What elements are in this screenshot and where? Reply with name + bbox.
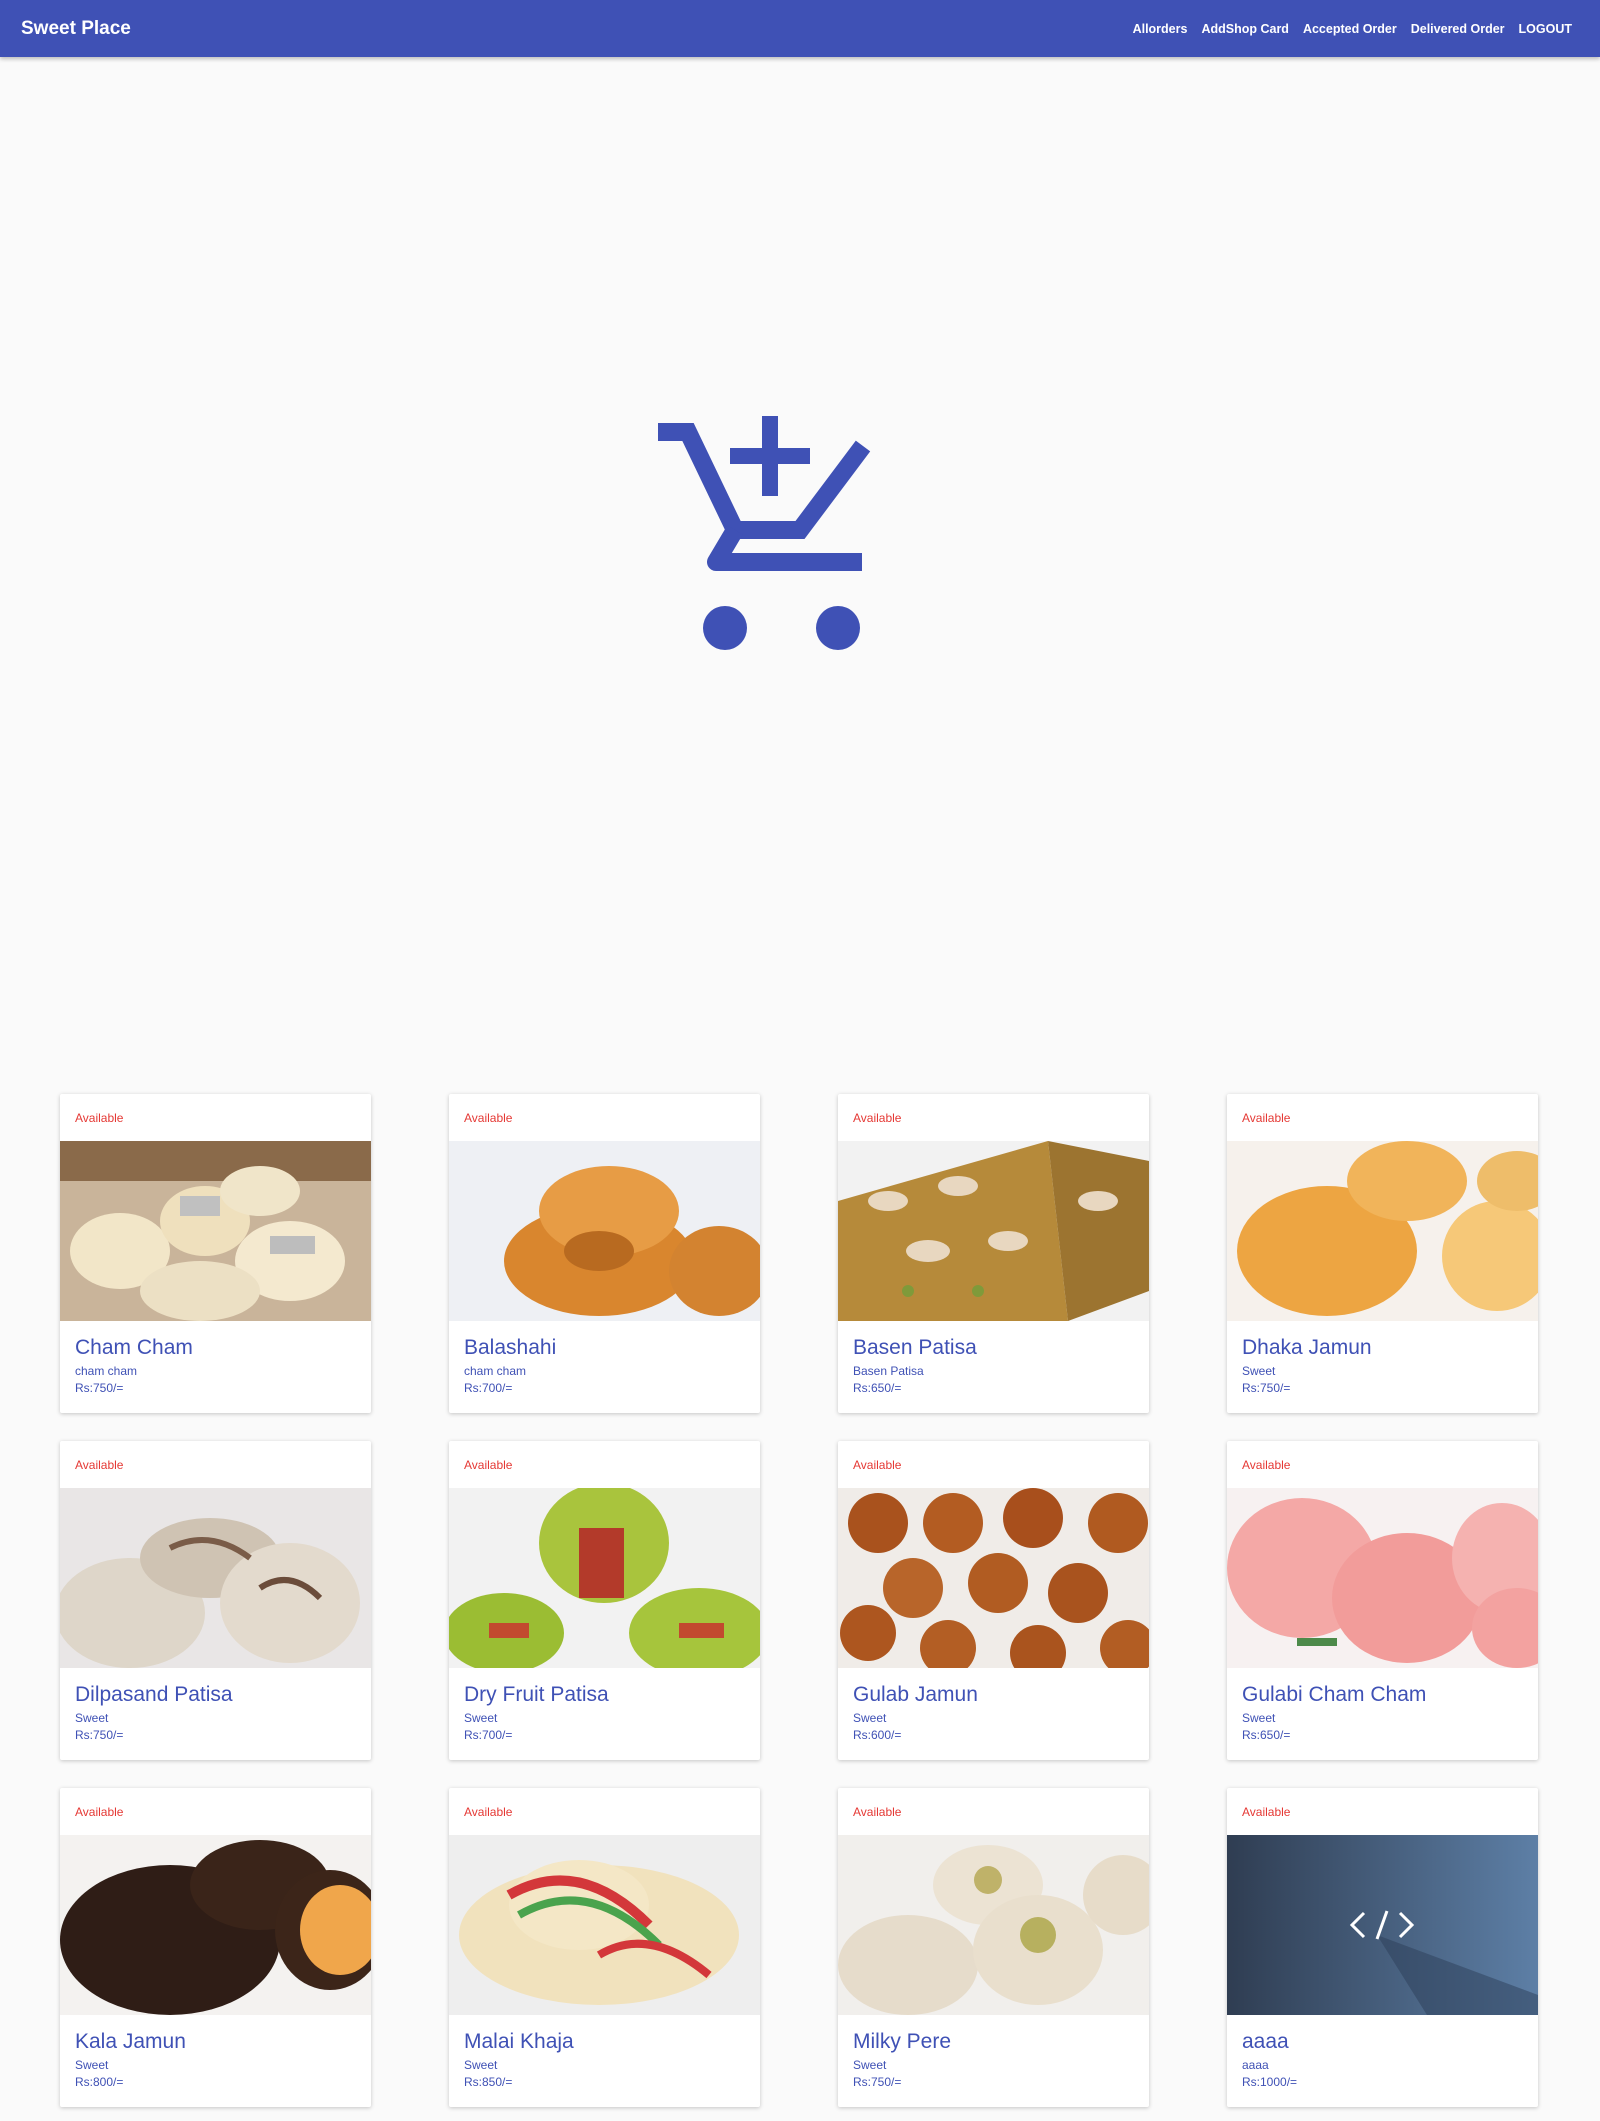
- availability-label: Available: [853, 1111, 902, 1125]
- malai-khaja-photo: [449, 1835, 760, 2015]
- product-card[interactable]: Available Dry Fruit Patisa Sweet Rs:700/…: [449, 1441, 760, 1760]
- availability-label: Available: [75, 1805, 124, 1819]
- product-description: Sweet: [464, 2058, 498, 2072]
- product-card[interactable]: Available Basen Patisa Basen Patisa Rs:6…: [838, 1094, 1149, 1413]
- basen-patisa-photo: [838, 1141, 1149, 1321]
- product-name: Dilpasand Patisa: [75, 1683, 233, 1706]
- availability-label: Available: [464, 1805, 513, 1819]
- gulab-jamun-photo: [838, 1488, 1149, 1668]
- nav-logout[interactable]: LOGOUT: [1519, 22, 1572, 36]
- availability-label: Available: [464, 1111, 513, 1125]
- add-shopping-cart-icon[interactable]: [650, 410, 890, 660]
- product-name: Malai Khaja: [464, 2030, 574, 2053]
- nav-links: Allorders AddShop Card Accepted Order De…: [1133, 22, 1572, 36]
- nav-delivered-order[interactable]: Delivered Order: [1411, 22, 1505, 36]
- nav-addshop-card[interactable]: AddShop Card: [1201, 22, 1289, 36]
- code-placeholder-photo: [1227, 1835, 1538, 2015]
- product-price: Rs:750/=: [75, 1728, 124, 1742]
- availability-label: Available: [1242, 1111, 1291, 1125]
- product-description: Sweet: [75, 1711, 109, 1725]
- gulabi-cham-cham-photo: [1227, 1488, 1538, 1668]
- product-card[interactable]: Available Cham Cham cham cham Rs:750/=: [60, 1094, 371, 1413]
- product-price: Rs:650/=: [1242, 1728, 1291, 1742]
- product-name: Gulabi Cham Cham: [1242, 1683, 1427, 1706]
- product-card[interactable]: Available Dilpasand Patisa Sweet Rs:750/…: [60, 1441, 371, 1760]
- product-description: Sweet: [853, 1711, 887, 1725]
- product-price: Rs:700/=: [464, 1381, 513, 1395]
- product-price: Rs:750/=: [853, 2075, 902, 2089]
- product-price: Rs:850/=: [464, 2075, 513, 2089]
- product-card[interactable]: Available Dhaka Jamun Sweet Rs:750/=: [1227, 1094, 1538, 1413]
- product-description: cham cham: [75, 1364, 138, 1378]
- product-description: Sweet: [1242, 1364, 1276, 1378]
- dhaka-jamun-photo: [1227, 1141, 1538, 1321]
- nav-accepted-order[interactable]: Accepted Order: [1303, 22, 1397, 36]
- product-description: Sweet: [75, 2058, 109, 2072]
- navbar: Sweet Place Allorders AddShop Card Accep…: [0, 0, 1600, 57]
- product-description: Sweet: [1242, 1711, 1276, 1725]
- product-price: Rs:700/=: [464, 1728, 513, 1742]
- product-price: Rs:600/=: [853, 1728, 902, 1742]
- product-card[interactable]: Available Milky Pere Sweet Rs:750/=: [838, 1788, 1149, 2107]
- dilpasand-patisa-photo: [60, 1488, 371, 1668]
- availability-label: Available: [853, 1805, 902, 1819]
- product-name: Cham Cham: [75, 1336, 193, 1359]
- product-name: Milky Pere: [853, 2030, 952, 2053]
- product-price: Rs:750/=: [75, 1381, 124, 1395]
- product-description: cham cham: [464, 1364, 527, 1378]
- product-card[interactable]: Available Gulabi Cham Cham Sweet Rs:650/…: [1227, 1441, 1538, 1760]
- product-card[interactable]: Available Kala Jamun Sweet Rs:800/=: [60, 1788, 371, 2107]
- product-card[interactable]: Available aaaa aaaa Rs:1000/=: [1227, 1788, 1538, 2107]
- availability-label: Available: [1242, 1458, 1291, 1472]
- nav-allorders[interactable]: Allorders: [1133, 22, 1188, 36]
- product-name: Dhaka Jamun: [1242, 1336, 1372, 1359]
- product-description: Sweet: [464, 1711, 498, 1725]
- availability-label: Available: [464, 1458, 513, 1472]
- product-name: aaaa: [1242, 2030, 1289, 2053]
- kala-jamun-photo: [60, 1835, 371, 2015]
- product-name: Dry Fruit Patisa: [464, 1683, 609, 1706]
- product-price: Rs:1000/=: [1242, 2075, 1298, 2089]
- product-name: Basen Patisa: [853, 1336, 977, 1359]
- cham-cham-photo: [60, 1141, 371, 1321]
- product-name: Kala Jamun: [75, 2030, 186, 2053]
- product-price: Rs:750/=: [1242, 1381, 1291, 1395]
- brand-title[interactable]: Sweet Place: [21, 18, 131, 40]
- product-name: Balashahi: [464, 1336, 557, 1359]
- availability-label: Available: [1242, 1805, 1291, 1819]
- dry-fruit-patisa-photo: [449, 1488, 760, 1668]
- product-price: Rs:800/=: [75, 2075, 124, 2089]
- product-description: aaaa: [1242, 2058, 1269, 2072]
- product-card[interactable]: Available Malai Khaja Sweet Rs:850/=: [449, 1788, 760, 2107]
- availability-label: Available: [75, 1111, 124, 1125]
- product-price: Rs:650/=: [853, 1381, 902, 1395]
- product-description: Basen Patisa: [853, 1364, 924, 1378]
- balashahi-photo: [449, 1141, 760, 1321]
- product-name: Gulab Jamun: [853, 1683, 978, 1706]
- availability-label: Available: [75, 1458, 124, 1472]
- product-card[interactable]: Available Gulab Jamun Sweet Rs:600/=: [838, 1441, 1149, 1760]
- milky-pere-photo: [838, 1835, 1149, 2015]
- product-description: Sweet: [853, 2058, 887, 2072]
- product-card[interactable]: Available Balashahi cham cham Rs:700/=: [449, 1094, 760, 1413]
- availability-label: Available: [853, 1458, 902, 1472]
